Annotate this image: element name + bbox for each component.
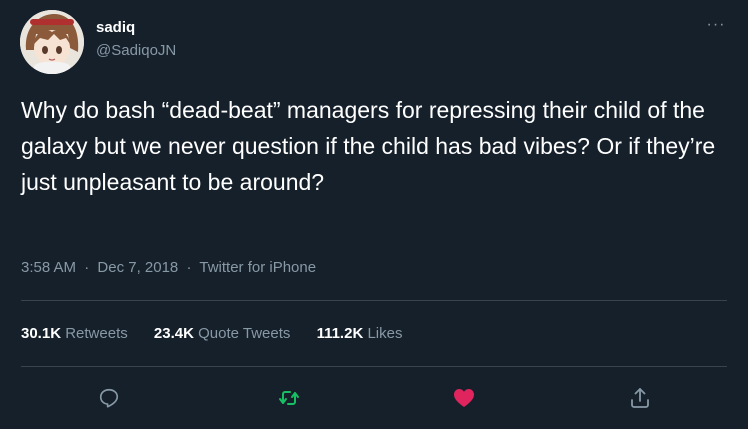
action-bar: [0, 380, 748, 416]
quote-tweets-label: Quote Tweets: [198, 325, 291, 342]
tweet-date[interactable]: Dec 7, 2018: [97, 259, 178, 276]
divider: [21, 366, 727, 367]
tweet-time[interactable]: 3:58 AM: [21, 259, 76, 276]
retweets-count: 30.1K: [21, 325, 62, 342]
user-handle[interactable]: @SadiqoJN: [96, 41, 176, 61]
reply-button[interactable]: [93, 382, 125, 414]
retweet-button[interactable]: [273, 382, 305, 414]
tweet-text: Why do bash “dead-beat” managers for rep…: [21, 97, 716, 195]
likes-stat[interactable]: 111.2K Likes: [317, 324, 403, 344]
likes-label: Likes: [367, 325, 403, 342]
quote-tweets-stat[interactable]: 23.4K Quote Tweets: [154, 324, 290, 344]
divider: [21, 300, 727, 301]
meta-separator: ·: [84, 259, 90, 276]
likes-count: 111.2K: [316, 325, 364, 342]
retweets-label: Retweets: [65, 325, 128, 342]
display-name[interactable]: sadiq: [96, 18, 176, 38]
retweet-icon: [279, 391, 299, 405]
quote-tweets-count: 23.4K: [153, 325, 194, 342]
meta-separator: ·: [186, 259, 192, 276]
reply-icon: [99, 388, 119, 408]
like-button[interactable]: [448, 382, 480, 414]
heart-icon: [454, 389, 474, 407]
avatar[interactable]: [20, 10, 84, 74]
share-button[interactable]: [624, 382, 656, 414]
share-icon: [631, 388, 649, 408]
tweet-meta: 3:58 AM · Dec 7, 2018 · Twitter for iPho…: [21, 258, 316, 278]
tweet-source[interactable]: Twitter for iPhone: [199, 259, 316, 276]
user-info: sadiq @SadiqoJN: [96, 18, 176, 61]
tweet-stats: 30.1K Retweets 23.4K Quote Tweets 111.2K…: [21, 324, 424, 344]
retweets-stat[interactable]: 30.1K Retweets: [21, 324, 128, 344]
more-icon[interactable]: ···: [702, 17, 730, 38]
tweet-card: sadiq @SadiqoJN ··· Why do bash “dead-be…: [0, 0, 748, 429]
